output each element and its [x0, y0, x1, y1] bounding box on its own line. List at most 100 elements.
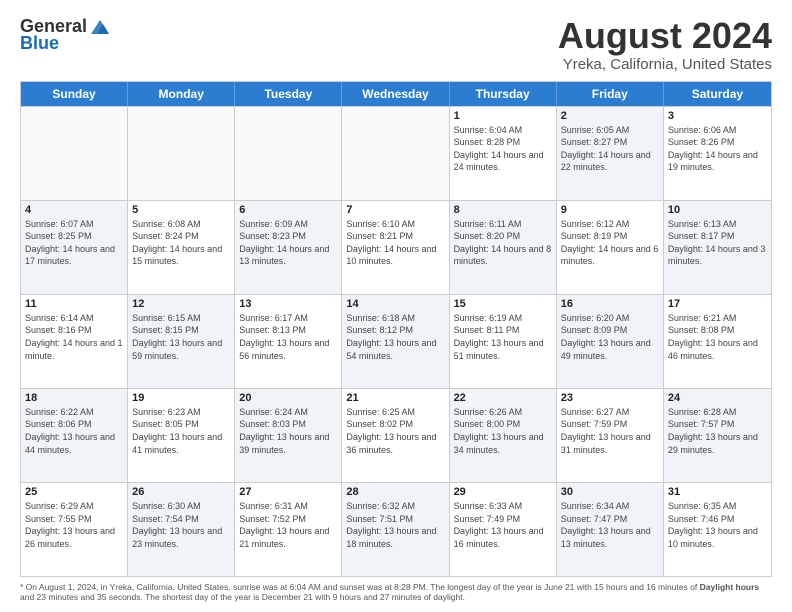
day-info: Sunrise: 6:08 AM Sunset: 8:24 PM Dayligh… — [132, 218, 230, 268]
calendar-cell: 6 Sunrise: 6:09 AM Sunset: 8:23 PM Daylig… — [235, 201, 342, 294]
calendar-cell: 30 Sunrise: 6:34 AM Sunset: 7:47 PM Dayli… — [557, 483, 664, 576]
day-info: Sunrise: 6:18 AM Sunset: 8:12 PM Dayligh… — [346, 312, 444, 362]
calendar-header-row: SundayMondayTuesdayWednesdayThursdayFrid… — [21, 82, 771, 106]
calendar-header-cell: Friday — [557, 82, 664, 106]
calendar-cell: 22 Sunrise: 6:26 AM Sunset: 8:00 PM Dayli… — [450, 389, 557, 482]
calendar-cell: 21Sunrise: 6:25 AM Sunset: 8:02 PM Dayli… — [342, 389, 449, 482]
day-info: Sunrise: 6:10 AM Sunset: 8:21 PM Dayligh… — [346, 218, 444, 268]
day-number: 7 — [346, 204, 444, 216]
calendar-cell: 27 Sunrise: 6:31 AM Sunset: 7:52 PM Dayli… — [235, 483, 342, 576]
day-info: Sunrise: 6:04 AM Sunset: 8:28 PM Dayligh… — [454, 124, 552, 174]
calendar-cell — [342, 107, 449, 200]
day-number: 29 — [454, 486, 552, 498]
main-title: August 2024 — [558, 16, 772, 56]
calendar-header-cell: Saturday — [664, 82, 771, 106]
day-number: 11 — [25, 298, 123, 310]
day-info: Sunrise: 6:29 AM Sunset: 7:55 PM Dayligh… — [25, 500, 123, 550]
footer-daylight-hours: Daylight hours — [700, 582, 760, 592]
calendar-cell: 14Sunrise: 6:18 AM Sunset: 8:12 PM Dayli… — [342, 295, 449, 388]
calendar-body: 1 Sunrise: 6:04 AM Sunset: 8:28 PM Daylig… — [21, 106, 771, 576]
calendar-week-row: 4Sunrise: 6:07 AM Sunset: 8:25 PM Daylig… — [21, 200, 771, 294]
day-info: Sunrise: 6:17 AM Sunset: 8:13 PM Dayligh… — [239, 312, 337, 362]
day-info: Sunrise: 6:31 AM Sunset: 7:52 PM Dayligh… — [239, 500, 337, 550]
calendar-cell — [235, 107, 342, 200]
calendar-cell: 24 Sunrise: 6:28 AM Sunset: 7:57 PM Dayli… — [664, 389, 771, 482]
calendar-cell: 7 Sunrise: 6:10 AM Sunset: 8:21 PM Daylig… — [342, 201, 449, 294]
calendar-cell: 19 Sunrise: 6:23 AM Sunset: 8:05 PM Dayli… — [128, 389, 235, 482]
day-number: 9 — [561, 204, 659, 216]
day-number: 17 — [668, 298, 767, 310]
day-info: Sunrise: 6:23 AM Sunset: 8:05 PM Dayligh… — [132, 406, 230, 456]
day-info: Sunrise: 6:30 AM Sunset: 7:54 PM Dayligh… — [132, 500, 230, 550]
day-number: 6 — [239, 204, 337, 216]
day-number: 12 — [132, 298, 230, 310]
calendar-cell: 29 Sunrise: 6:33 AM Sunset: 7:49 PM Dayli… — [450, 483, 557, 576]
subtitle: Yreka, California, United States — [558, 56, 772, 73]
calendar-cell: 31 Sunrise: 6:35 AM Sunset: 7:46 PM Dayli… — [664, 483, 771, 576]
day-info: Sunrise: 6:12 AM Sunset: 8:19 PM Dayligh… — [561, 218, 659, 268]
calendar-header-cell: Sunday — [21, 82, 128, 106]
day-info: Sunrise: 6:33 AM Sunset: 7:49 PM Dayligh… — [454, 500, 552, 550]
calendar-cell: 17 Sunrise: 6:21 AM Sunset: 8:08 PM Dayli… — [664, 295, 771, 388]
calendar-header-cell: Wednesday — [342, 82, 449, 106]
calendar-cell — [128, 107, 235, 200]
day-number: 10 — [668, 204, 767, 216]
day-number: 3 — [668, 110, 767, 122]
calendar-cell: 15 Sunrise: 6:19 AM Sunset: 8:11 PM Dayli… — [450, 295, 557, 388]
logo-icon — [89, 18, 111, 36]
calendar-cell: 2 Sunrise: 6:05 AM Sunset: 8:27 PM Daylig… — [557, 107, 664, 200]
day-number: 22 — [454, 392, 552, 404]
day-number: 23 — [561, 392, 659, 404]
day-number: 31 — [668, 486, 767, 498]
calendar-header-cell: Tuesday — [235, 82, 342, 106]
calendar-cell: 10Sunrise: 6:13 AM Sunset: 8:17 PM Dayli… — [664, 201, 771, 294]
day-info: Sunrise: 6:20 AM Sunset: 8:09 PM Dayligh… — [561, 312, 659, 362]
day-number: 13 — [239, 298, 337, 310]
day-info: Sunrise: 6:06 AM Sunset: 8:26 PM Dayligh… — [668, 124, 767, 174]
calendar-cell: 13 Sunrise: 6:17 AM Sunset: 8:13 PM Dayli… — [235, 295, 342, 388]
calendar-cell: 12 Sunrise: 6:15 AM Sunset: 8:15 PM Dayli… — [128, 295, 235, 388]
calendar-week-row: 25 Sunrise: 6:29 AM Sunset: 7:55 PM Dayli… — [21, 482, 771, 576]
day-number: 1 — [454, 110, 552, 122]
calendar-cell: 11Sunrise: 6:14 AM Sunset: 8:16 PM Dayli… — [21, 295, 128, 388]
day-number: 25 — [25, 486, 123, 498]
day-number: 20 — [239, 392, 337, 404]
day-info: Sunrise: 6:05 AM Sunset: 8:27 PM Dayligh… — [561, 124, 659, 174]
day-number: 4 — [25, 204, 123, 216]
day-info: Sunrise: 6:27 AM Sunset: 7:59 PM Dayligh… — [561, 406, 659, 456]
calendar-cell: 9 Sunrise: 6:12 AM Sunset: 8:19 PM Daylig… — [557, 201, 664, 294]
day-info: Sunrise: 6:28 AM Sunset: 7:57 PM Dayligh… — [668, 406, 767, 456]
day-info: Sunrise: 6:15 AM Sunset: 8:15 PM Dayligh… — [132, 312, 230, 362]
day-info: Sunrise: 6:21 AM Sunset: 8:08 PM Dayligh… — [668, 312, 767, 362]
day-number: 19 — [132, 392, 230, 404]
day-number: 26 — [132, 486, 230, 498]
calendar-cell: 5 Sunrise: 6:08 AM Sunset: 8:24 PM Daylig… — [128, 201, 235, 294]
day-number: 27 — [239, 486, 337, 498]
day-number: 18 — [25, 392, 123, 404]
calendar-cell: 4Sunrise: 6:07 AM Sunset: 8:25 PM Daylig… — [21, 201, 128, 294]
day-info: Sunrise: 6:26 AM Sunset: 8:00 PM Dayligh… — [454, 406, 552, 456]
day-number: 5 — [132, 204, 230, 216]
day-number: 15 — [454, 298, 552, 310]
calendar-cell — [21, 107, 128, 200]
footer-and23: and 23 — [20, 592, 46, 602]
day-number: 2 — [561, 110, 659, 122]
day-info: Sunrise: 6:24 AM Sunset: 8:03 PM Dayligh… — [239, 406, 337, 456]
day-number: 8 — [454, 204, 552, 216]
logo: General Blue — [20, 16, 111, 54]
day-number: 30 — [561, 486, 659, 498]
calendar-cell: 28Sunrise: 6:32 AM Sunset: 7:51 PM Dayli… — [342, 483, 449, 576]
calendar-week-row: 11Sunrise: 6:14 AM Sunset: 8:16 PM Dayli… — [21, 294, 771, 388]
day-info: Sunrise: 6:19 AM Sunset: 8:11 PM Dayligh… — [454, 312, 552, 362]
calendar-header-cell: Monday — [128, 82, 235, 106]
day-number: 24 — [668, 392, 767, 404]
calendar-cell: 18Sunrise: 6:22 AM Sunset: 8:06 PM Dayli… — [21, 389, 128, 482]
footer-text: * On August 1, 2024, in Yreka, Californi… — [20, 582, 772, 602]
day-info: Sunrise: 6:34 AM Sunset: 7:47 PM Dayligh… — [561, 500, 659, 550]
calendar: SundayMondayTuesdayWednesdayThursdayFrid… — [20, 81, 772, 577]
calendar-cell: 16Sunrise: 6:20 AM Sunset: 8:09 PM Dayli… — [557, 295, 664, 388]
calendar-cell: 26 Sunrise: 6:30 AM Sunset: 7:54 PM Dayli… — [128, 483, 235, 576]
day-info: Sunrise: 6:09 AM Sunset: 8:23 PM Dayligh… — [239, 218, 337, 268]
calendar-cell: 1 Sunrise: 6:04 AM Sunset: 8:28 PM Daylig… — [450, 107, 557, 200]
day-info: Sunrise: 6:35 AM Sunset: 7:46 PM Dayligh… — [668, 500, 767, 550]
